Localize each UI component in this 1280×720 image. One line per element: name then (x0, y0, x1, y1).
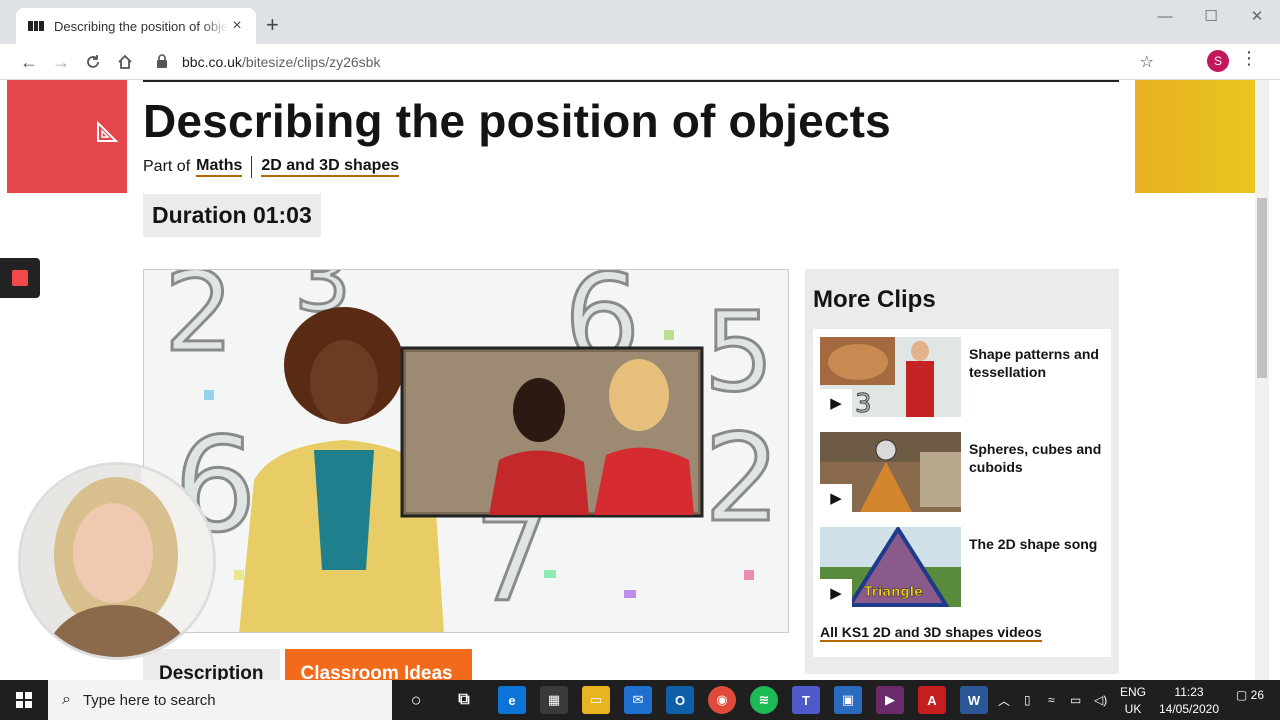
breadcrumb: Part of Maths 2D and 3D shapes (143, 156, 405, 178)
browser-tab-strip: Describing the position of objects × + —… (0, 0, 1280, 44)
browser-tab[interactable]: Describing the position of objects × (16, 8, 256, 44)
cortana-icon[interactable]: ○ (402, 686, 430, 714)
lang-region: UK (1124, 702, 1142, 716)
teams-icon[interactable]: T (792, 686, 820, 714)
stop-icon (12, 270, 28, 286)
play-icon[interactable]: ▶ (820, 484, 852, 512)
action-center-icon[interactable]: ▢ 26 (1236, 688, 1264, 702)
acrobat-icon[interactable]: A (918, 686, 946, 714)
volume-icon[interactable]: ◁) (1094, 680, 1107, 720)
edge-icon[interactable]: e (498, 686, 526, 714)
tray-chevron-icon[interactable]: ︿ (998, 680, 1010, 720)
breadcrumb-separator (251, 156, 253, 178)
new-tab-button[interactable]: + (266, 12, 279, 38)
breadcrumb-shapes-link[interactable]: 2D and 3D shapes (261, 157, 400, 177)
video-player[interactable]: 2 3 6 5 6 2 7 (143, 269, 789, 633)
clock-date: 14/05/2020 (1158, 702, 1220, 716)
clip-item-tessellation[interactable]: 3 ▶ Shape patterns and tessellation (820, 337, 1110, 417)
taskbar-clock[interactable]: 11:23 14/05/2020 (1152, 684, 1226, 718)
clip-item-spheres[interactable]: ▶ Spheres, cubes and cuboids (820, 432, 1110, 512)
address-bar[interactable]: bbc.co.uk/bitesize/clips/zy26sbk ☆ (148, 48, 1166, 76)
clip-item-2d-shape-song[interactable]: Triangle ▶ The 2D shape song (820, 527, 1110, 607)
video-editor-icon[interactable]: ▶ (876, 686, 904, 714)
home-icon[interactable] (111, 48, 139, 76)
webcam-overlay (18, 462, 216, 660)
clips-list: 3 ▶ Shape patterns and tessellation ▶ Sp… (813, 329, 1111, 657)
usb-icon[interactable]: ▯ (1024, 680, 1031, 720)
maths-banner-block (7, 80, 127, 193)
duration-badge: Duration 01:03 (143, 194, 321, 237)
svg-text:2: 2 (164, 270, 234, 376)
set-square-icon (95, 120, 119, 149)
windows-start-icon[interactable] (0, 680, 48, 720)
scrollbar-thumb[interactable] (1257, 198, 1267, 378)
clip-title: Shape patterns and tessellation (969, 346, 1099, 380)
play-icon[interactable]: ▶ (820, 389, 852, 417)
store-icon[interactable]: ▦ (540, 686, 568, 714)
tab-description[interactable]: Description (143, 649, 280, 680)
decorative-yellow-block (1135, 80, 1255, 193)
url-host: bbc.co.uk (182, 54, 242, 70)
notification-count: 26 (1250, 688, 1265, 702)
input-language[interactable]: ENG UK (1118, 684, 1148, 718)
tab-classroom-ideas[interactable]: Classroom Ideas (284, 649, 472, 680)
forward-icon[interactable]: → (47, 48, 75, 76)
more-clips-panel: More Clips 3 ▶ Shape patterns and tessel… (805, 269, 1119, 674)
maximize-button[interactable]: ☐ (1188, 0, 1234, 32)
wifi-icon[interactable]: ≈ (1048, 680, 1055, 720)
screen: Describing the position of objects × + —… (0, 0, 1280, 720)
page-scrollbar[interactable] (1255, 80, 1269, 680)
bbc-favicon-icon (28, 21, 45, 31)
info-tabs: Description Classroom Ideas (143, 649, 472, 680)
back-icon[interactable]: ← (15, 48, 43, 76)
all-videos-link[interactable]: All KS1 2D and 3D shapes videos (820, 624, 1042, 642)
thumb-caption: Triangle (864, 585, 923, 600)
reload-icon[interactable] (79, 48, 107, 76)
battery-icon[interactable]: ▭ (1070, 680, 1081, 720)
close-window-button[interactable]: ✕ (1234, 0, 1280, 32)
profile-avatar[interactable]: S (1207, 50, 1229, 72)
minimize-button[interactable]: — (1142, 0, 1188, 32)
search-placeholder: Type here to search (82, 691, 216, 709)
bookmark-star-icon[interactable]: ☆ (1140, 52, 1154, 72)
file-explorer-icon[interactable]: ▭ (582, 686, 610, 714)
chrome-icon[interactable]: ◉ (708, 686, 736, 714)
video-frame-image: 2 3 6 5 6 2 7 (144, 270, 788, 632)
browser-toolbar: ← → bbc.co.uk/bitesize/clips/zy26sbk ☆ ≡ (0, 44, 1280, 111)
window-controls: — ☐ ✕ (1142, 0, 1280, 32)
taskbar-search-box[interactable]: ⌕ Type here to search (48, 680, 392, 720)
url-path: /bitesize/clips/zy26sbk (241, 54, 381, 70)
clock-time: 11:23 (1174, 685, 1204, 699)
page-title: Describing the position of objects (143, 95, 891, 147)
play-icon[interactable]: ▶ (820, 579, 852, 607)
remote-desktop-icon[interactable]: ▣ (834, 686, 862, 714)
svg-text:5: 5 (704, 288, 774, 416)
task-view-icon[interactable]: ⧉ (450, 686, 478, 714)
svg-text:3: 3 (855, 389, 872, 417)
tab-close-icon[interactable]: × (228, 17, 246, 35)
header-rule (143, 80, 1119, 82)
part-of-label: Part of (143, 158, 191, 175)
clip-title: Spheres, cubes and cuboids (969, 441, 1102, 475)
lang-code: ENG (1119, 685, 1146, 699)
tab-title: Describing the position of objects (54, 18, 228, 34)
windows-taskbar: ⌕ Type here to search ○ ⧉ e ▦ ▭ ✉ O ◉ ≋ … (0, 680, 1280, 720)
spotify-icon[interactable]: ≋ (750, 686, 778, 714)
outlook-icon[interactable]: O (666, 686, 694, 714)
lock-icon (156, 53, 172, 71)
clip-title: The 2D shape song (969, 536, 1098, 552)
mail-icon[interactable]: ✉ (624, 686, 652, 714)
breadcrumb-maths-link[interactable]: Maths (196, 157, 243, 177)
svg-text:2: 2 (704, 410, 780, 549)
word-icon[interactable]: W (960, 686, 988, 714)
record-stop-button[interactable] (0, 258, 40, 298)
more-clips-heading: More Clips (813, 286, 936, 313)
url-text: bbc.co.uk/bitesize/clips/zy26sbk (182, 54, 380, 70)
search-icon: ⌕ (62, 691, 71, 708)
browser-menu-icon[interactable]: ⋮ (1240, 48, 1258, 69)
